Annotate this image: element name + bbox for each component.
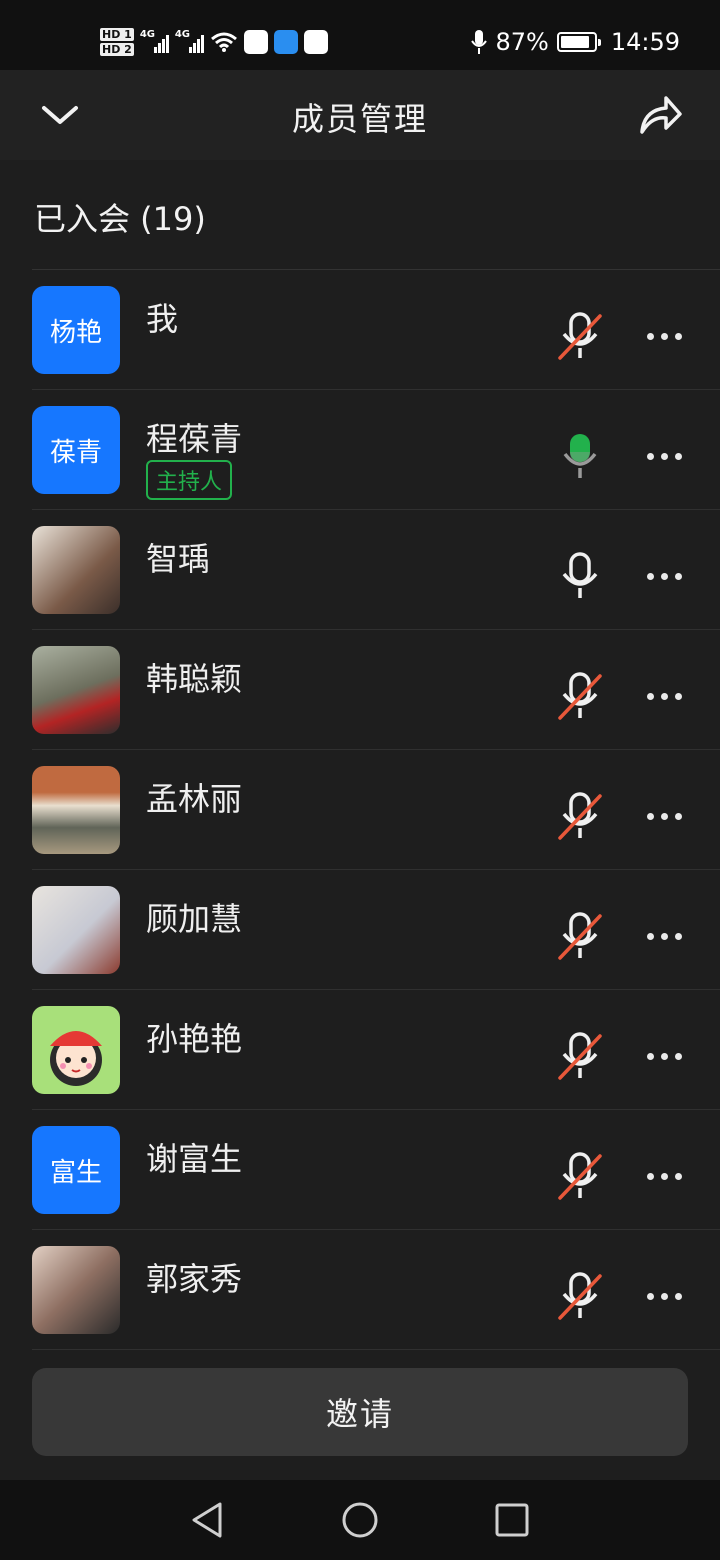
weather-app-icon [273, 30, 298, 54]
avatar: 葆青 [32, 406, 120, 494]
nav-back-icon[interactable] [188, 1500, 228, 1540]
invite-button[interactable]: 邀请 [32, 1368, 688, 1456]
mic-muted-icon[interactable] [556, 1270, 604, 1322]
status-bar: HD 1 HD 2 4G 4G 87% 14:59 [0, 0, 720, 70]
member-name: 智瑀 [146, 540, 211, 578]
member-name: 顾加慧 [146, 900, 243, 938]
mic-muted-icon[interactable] [556, 910, 604, 962]
member-row[interactable]: 杨艳我 [0, 270, 720, 390]
nav-home-icon[interactable] [340, 1500, 380, 1540]
divider [32, 1349, 720, 1350]
wifi-icon [210, 32, 237, 52]
more-options-icon[interactable] [636, 1036, 692, 1076]
top-app-bar: 成员管理 [0, 70, 720, 160]
battery-percent: 87% [495, 28, 549, 56]
avatar [32, 646, 120, 734]
mic-on-icon[interactable] [556, 550, 604, 602]
avatar [32, 1006, 120, 1094]
member-row[interactable]: 富生 谢富生 [0, 1110, 720, 1230]
member-name: 我 [146, 300, 179, 338]
mic-muted-icon[interactable] [556, 1030, 604, 1082]
more-options-icon[interactable] [636, 436, 692, 476]
member-name: 孟林丽 [146, 780, 243, 818]
joined-count-heading: 已入会 (19) [34, 200, 206, 238]
more-options-icon[interactable] [636, 1156, 692, 1196]
page-title: 成员管理 [291, 100, 428, 138]
signal-icon-2: 4G [174, 29, 204, 53]
battery-icon [556, 32, 601, 52]
member-row[interactable]: 郭家秀 [0, 1230, 720, 1350]
avatar [32, 766, 120, 854]
member-name: 谢富生 [146, 1140, 243, 1178]
more-options-icon[interactable] [636, 916, 692, 956]
avatar: 杨艳 [32, 286, 120, 374]
avatar [32, 886, 120, 974]
mic-speaking-icon[interactable] [556, 430, 604, 482]
mic-muted-icon[interactable] [556, 670, 604, 722]
avatar: 富生 [32, 1126, 120, 1214]
qq-app-icon [303, 30, 328, 54]
microphone-status-icon [471, 30, 488, 54]
mic-muted-icon[interactable] [556, 1150, 604, 1202]
signal-icon: 4G [139, 29, 169, 53]
clock: 14:59 [610, 28, 680, 56]
avatar [32, 1246, 120, 1334]
member-name: 程葆青 [146, 420, 243, 458]
status-left: HD 1 HD 2 4G 4G [100, 22, 328, 62]
member-name: 韩聪颖 [146, 660, 243, 698]
mic-muted-icon[interactable] [556, 310, 604, 362]
more-options-icon[interactable] [636, 796, 692, 836]
network-type-1: 4G [139, 29, 155, 40]
member-row[interactable]: 孟林丽 [0, 750, 720, 870]
nav-recent-apps-icon[interactable] [494, 1502, 530, 1538]
host-badge: 主持人 [146, 460, 233, 500]
share-icon[interactable] [636, 92, 684, 138]
member-row[interactable]: 韩聪颖 [0, 630, 720, 750]
member-name: 郭家秀 [146, 1260, 243, 1298]
member-row[interactable]: 孙艳艳 [0, 990, 720, 1110]
hd1-label: HD 1 [100, 28, 134, 41]
hd2-label: HD 2 [100, 43, 134, 56]
hd-indicator: HD 1 HD 2 [100, 28, 134, 56]
member-row[interactable]: 顾加慧 [0, 870, 720, 990]
status-right: 87% 14:59 [471, 22, 680, 62]
more-options-icon[interactable] [636, 316, 692, 356]
member-row[interactable]: 葆青 程葆青 主持人 [0, 390, 720, 510]
member-name: 孙艳艳 [146, 1020, 243, 1058]
app-notification-icon [243, 30, 268, 54]
system-nav-bar [0, 1480, 720, 1560]
more-options-icon[interactable] [636, 556, 692, 596]
network-type-2: 4G [174, 29, 190, 40]
avatar [32, 526, 120, 614]
member-row[interactable]: 智瑀 [0, 510, 720, 630]
more-options-icon[interactable] [636, 676, 692, 716]
mic-muted-icon[interactable] [556, 790, 604, 842]
more-options-icon[interactable] [636, 1276, 692, 1316]
member-list: 杨艳我葆青 程葆青 主持人 智瑀 韩聪颖 孟林丽 顾加慧 孙艳艳 富生 谢富生 郭家秀 [0, 270, 720, 1350]
